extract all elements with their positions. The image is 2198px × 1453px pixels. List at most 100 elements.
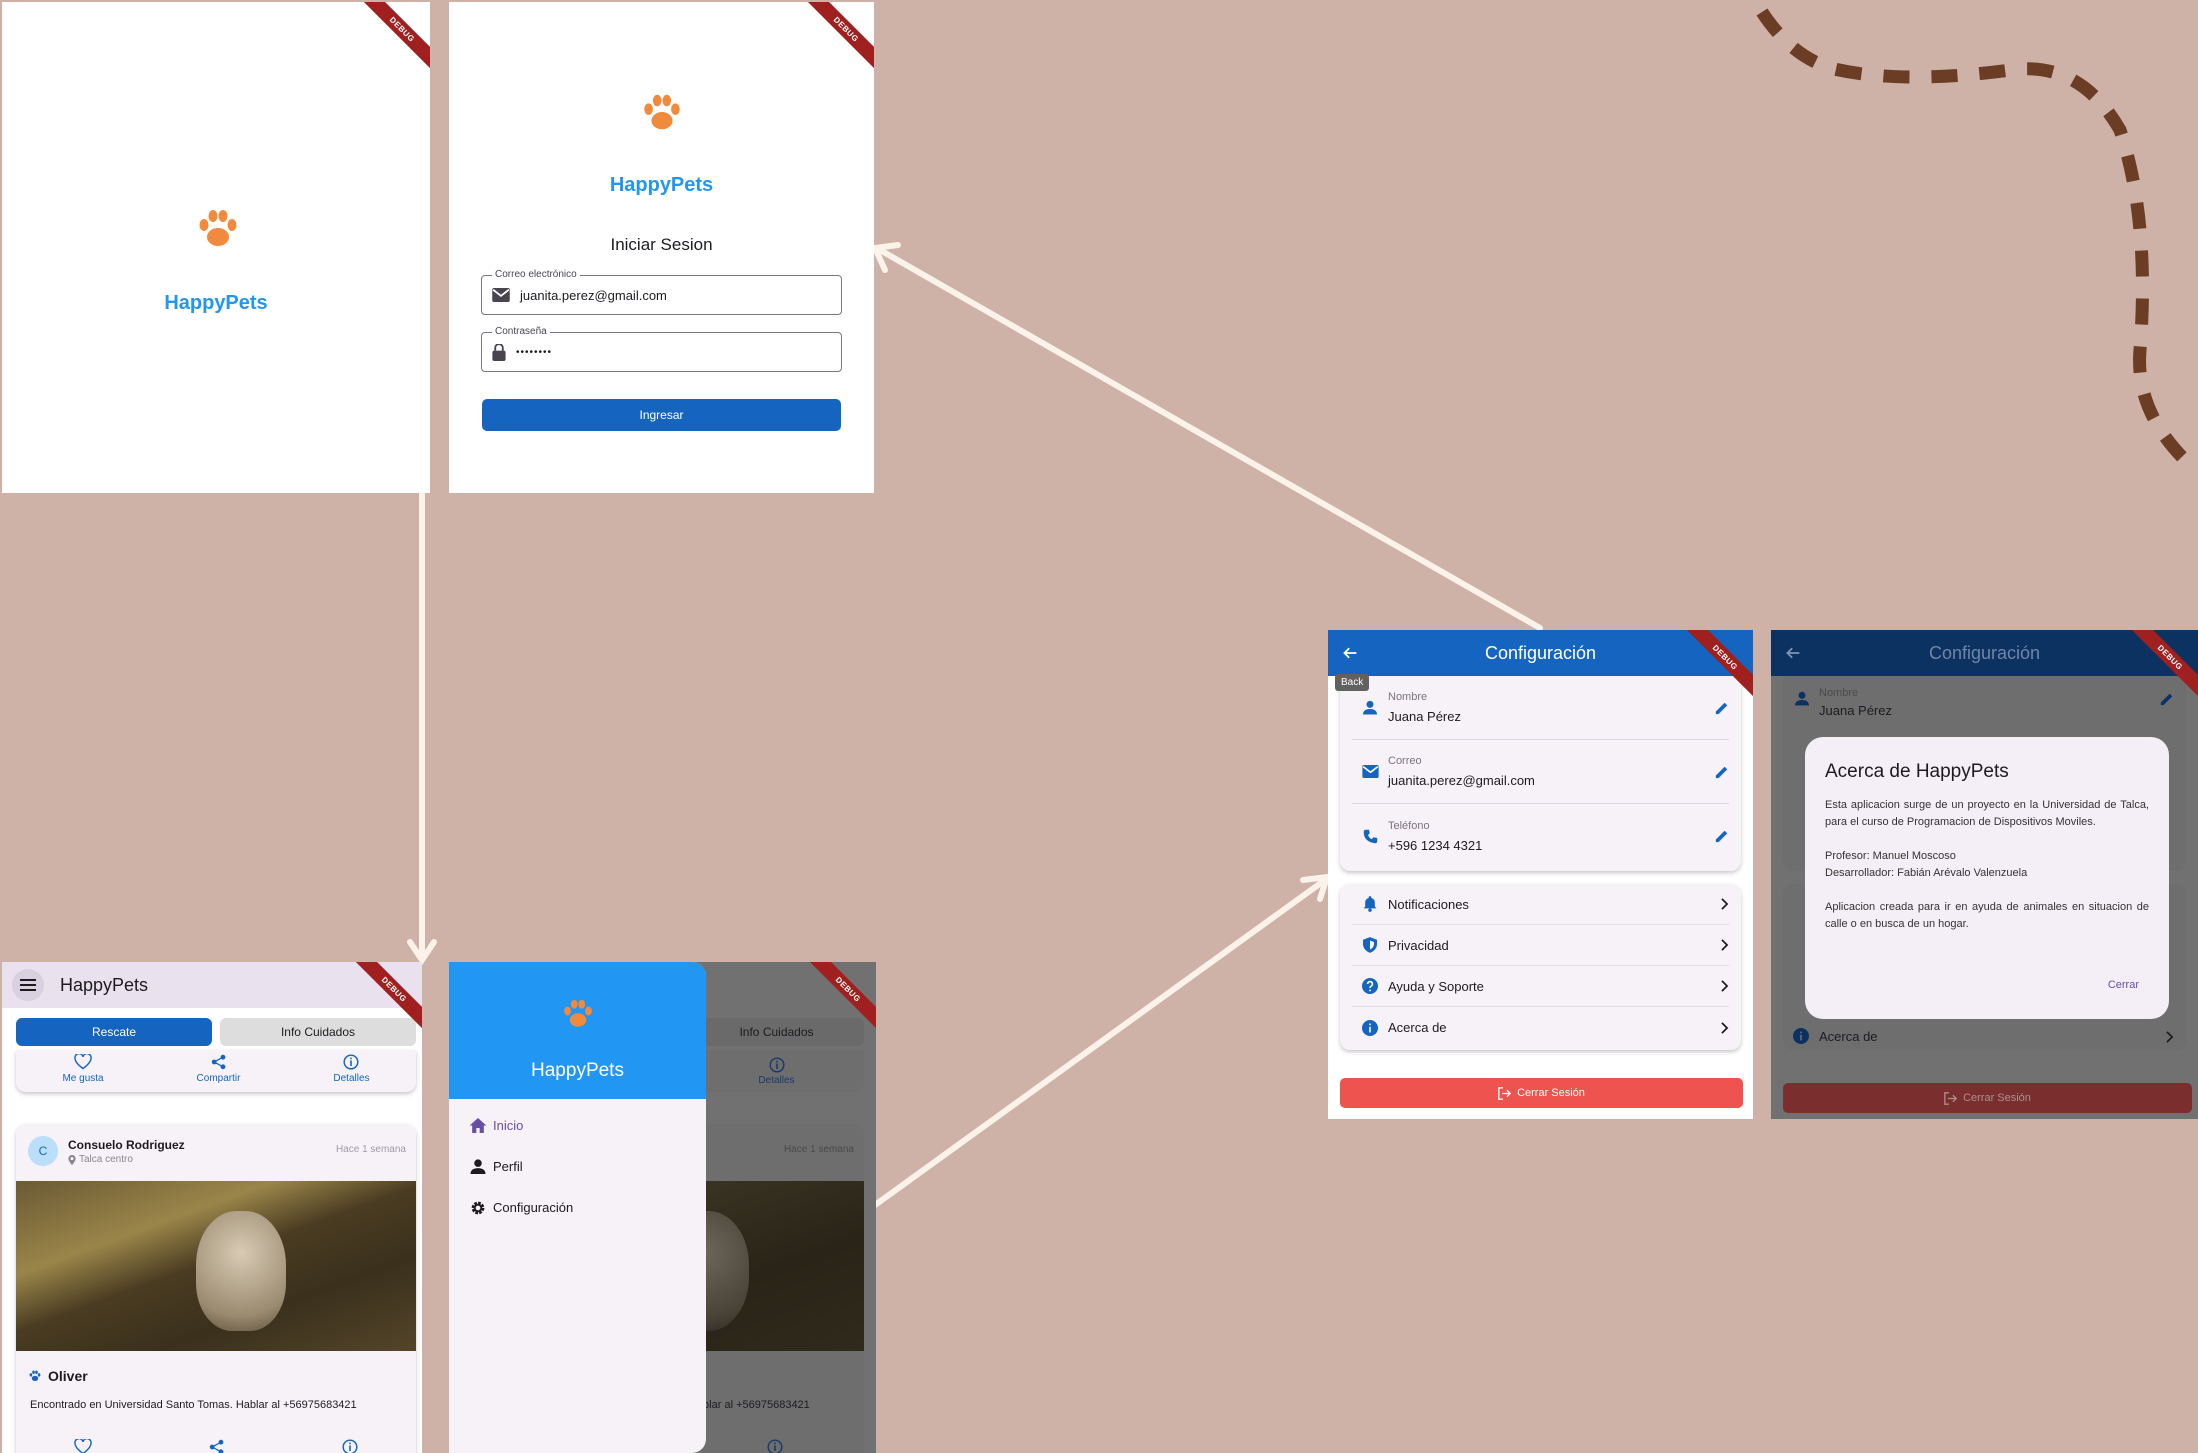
share-icon <box>211 1054 225 1070</box>
person-icon <box>470 1159 486 1174</box>
about-screen: DEBUG Configuración Nombre Juana Pérez A… <box>1771 630 2198 1119</box>
name-value: Juana Pérez <box>1388 709 1461 724</box>
home-icon <box>469 1118 487 1133</box>
info-icon[interactable] <box>342 1439 358 1453</box>
info-icon <box>767 1439 783 1453</box>
share-icon[interactable] <box>209 1439 225 1453</box>
phone-value: +596 1234 4321 <box>1388 837 1483 853</box>
tab-info-cuidados[interactable]: Info Cuidados <box>220 1018 416 1046</box>
settings-screen: DEBUG Configuración Back Nombre Juana Pér… <box>1328 630 1753 1119</box>
edit-icon <box>2160 693 2173 706</box>
shield-icon <box>1363 937 1377 953</box>
name-label: Nombre <box>1388 691 1428 703</box>
debug-banner: DEBUG <box>350 2 430 82</box>
dimmed-tab: Info Cuidados <box>689 1018 864 1046</box>
like-button[interactable]: Me gusta <box>62 1054 104 1084</box>
paw-icon <box>564 999 592 1027</box>
dialog-professor: Profesor: Manuel Moscoso <box>1825 850 1956 862</box>
share-button[interactable]: Compartir <box>196 1054 241 1084</box>
splash-screen: DEBUG HappyPets <box>2 2 430 493</box>
paw-icon <box>199 210 237 246</box>
phone-row: Teléfono +596 1234 4321 <box>1352 804 1729 868</box>
chevron-right-icon <box>1721 980 1729 992</box>
dimmed-title: Configuración <box>1928 642 2041 663</box>
edit-icon[interactable] <box>1715 765 1729 779</box>
drawer-item-configuracion[interactable]: Configuración <box>449 1187 706 1228</box>
dialog-paragraph-2: Aplicacion creada para ir en ayuda de an… <box>1825 901 2149 930</box>
menu-item-notificaciones[interactable]: Notificaciones <box>1352 884 1729 925</box>
back-arrow-icon[interactable] <box>1342 645 1358 661</box>
login-screen: DEBUG HappyPets Iniciar Sesion Correo el… <box>449 2 874 493</box>
logout-icon <box>1498 1086 1512 1100</box>
post-time: Hace 1 semana <box>335 1144 406 1155</box>
feed-tabs: Rescate Info Cuidados <box>16 1018 416 1046</box>
dialog-title: Acerca de HappyPets <box>1825 761 2009 782</box>
dimmed-actions: Detalles <box>689 1050 864 1092</box>
menu-item-ayuda[interactable]: Ayuda y Soporte <box>1352 966 1729 1007</box>
lock-icon <box>492 343 506 361</box>
settings-appbar: Configuración <box>1328 630 1753 676</box>
dialog-close-button[interactable]: Cerrar <box>2108 979 2139 991</box>
post-photo <box>16 1181 416 1351</box>
paw-icon <box>644 94 680 130</box>
settings-title: Configuración <box>1484 642 1597 663</box>
feed-title: HappyPets <box>60 974 149 995</box>
post-pet-name: Oliver <box>28 1368 88 1384</box>
post-action-bar <box>16 1439 416 1453</box>
arrow-splash-to-feed <box>407 491 437 966</box>
info-icon <box>1793 1028 1809 1044</box>
info-icon <box>343 1054 359 1070</box>
email-row: Correo juanita.perez@gmail.com <box>1352 740 1729 804</box>
chevron-right-icon <box>2166 1031 2174 1043</box>
edit-icon[interactable] <box>1715 701 1729 715</box>
email-value: juanita.perez@gmail.com <box>1388 773 1535 788</box>
cat-shape <box>196 1211 286 1331</box>
details-button[interactable]: Detalles <box>333 1054 370 1084</box>
submit-button[interactable]: Ingresar <box>482 399 841 431</box>
drawer-item-perfil[interactable]: Perfil <box>449 1146 706 1187</box>
chevron-right-icon <box>1721 939 1729 951</box>
password-field[interactable]: Contraseña •••••••• <box>481 326 842 372</box>
menu-button[interactable] <box>12 969 44 1001</box>
drawer-app-name: HappyPets <box>531 1060 624 1081</box>
menu-card: Notificaciones Privacidad Ayuda y Soport… <box>1340 884 1741 1050</box>
dashed-path <box>1756 8 2190 465</box>
menu-item-acerca-de[interactable]: Acerca de <box>1352 1007 1729 1048</box>
post-avatar: C <box>28 1136 58 1166</box>
edit-icon[interactable] <box>1715 829 1729 843</box>
help-icon <box>1362 978 1378 994</box>
dialog-developer: Desarrollador: Fabián Arévalo Valenzuela <box>1825 867 2028 879</box>
arrow-settings-to-login <box>870 242 1543 631</box>
pet-paw-icon <box>29 1370 41 1381</box>
menu-item-privacidad[interactable]: Privacidad <box>1352 925 1729 966</box>
share-label: Compartir <box>196 1073 241 1084</box>
login-title: Iniciar Sesion <box>610 235 713 254</box>
person-icon <box>1363 700 1377 715</box>
dimmed-appbar: Configuración <box>1771 630 2198 676</box>
logout-button[interactable]: Cerrar Sesión <box>1340 1078 1743 1108</box>
action-bar: Me gusta Compartir Detalles <box>16 1054 416 1084</box>
name-row: Nombre Juana Pérez <box>1352 676 1729 740</box>
navigation-drawer: HappyPets Inicio Perfil Configuración <box>449 962 706 1453</box>
password-label: Contraseña <box>492 326 550 337</box>
location-pin-icon <box>68 1154 76 1165</box>
details-label: Detalles <box>333 1073 370 1084</box>
email-field[interactable]: Correo electrónico juanita.perez@gmail.c… <box>481 269 842 315</box>
heart-icon <box>74 1054 92 1070</box>
person-icon <box>1795 691 1809 706</box>
feed-appbar: HappyPets <box>2 962 422 1008</box>
login-app-name: HappyPets <box>609 174 714 196</box>
heart-icon[interactable] <box>74 1439 93 1453</box>
info-icon <box>768 1056 785 1073</box>
drawer-item-inicio[interactable]: Inicio <box>449 1105 706 1146</box>
chevron-right-icon <box>1721 898 1729 910</box>
splash-app-name: HappyPets <box>164 292 268 314</box>
tab-rescate[interactable]: Rescate <box>16 1018 212 1046</box>
post-card: C Consuelo Rodriguez Talca centro Hace 1… <box>16 1124 416 1453</box>
hamburger-icon <box>20 979 36 991</box>
post-description: Encontrado en Universidad Santo Tomas. H… <box>30 1399 357 1411</box>
email-label: Correo <box>1388 755 1422 767</box>
password-value: •••••••• <box>516 346 553 358</box>
bell-icon <box>1363 896 1377 912</box>
feed-screen: DEBUG HappyPets Rescate Info Cuidados Me… <box>2 962 422 1453</box>
